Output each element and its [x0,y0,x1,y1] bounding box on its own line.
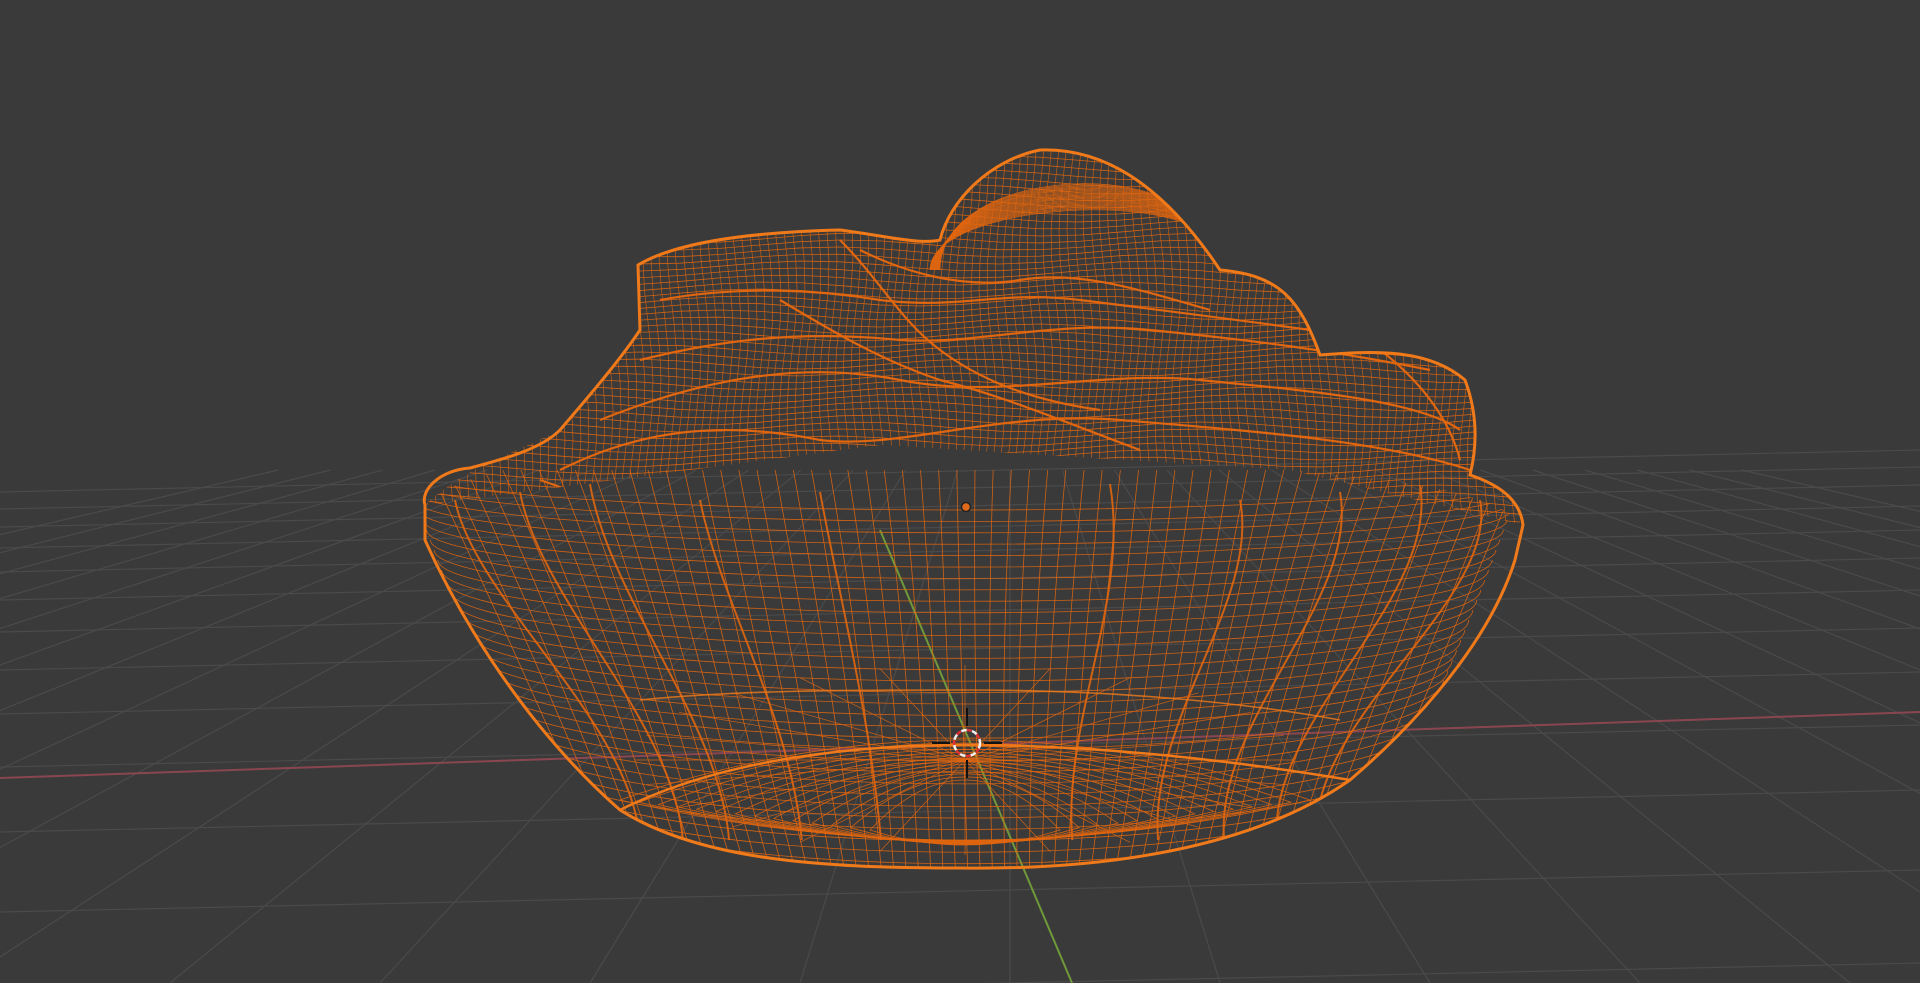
object-origin-icon[interactable] [960,501,972,513]
selected-mesh-wireframe[interactable] [395,135,1541,955]
grid-line [0,484,1920,528]
grid-line [0,469,749,958]
grid-line [379,469,854,983]
grid-line [1114,469,1431,983]
grid-line [0,627,1920,671]
grid-line [0,505,1920,549]
grid-line [978,962,1920,983]
grid-line [0,671,1920,715]
grid-line [1689,469,1920,529]
grid-line [169,469,802,983]
viewport-canvas[interactable] [0,0,1920,983]
grid-line [0,869,1920,913]
grid-line [1271,469,1920,893]
grid-line [0,529,1920,573]
grid-line [0,789,1920,833]
3d-viewport[interactable] [0,0,1920,983]
grid-line [0,469,697,849]
grid-line [0,449,1920,493]
